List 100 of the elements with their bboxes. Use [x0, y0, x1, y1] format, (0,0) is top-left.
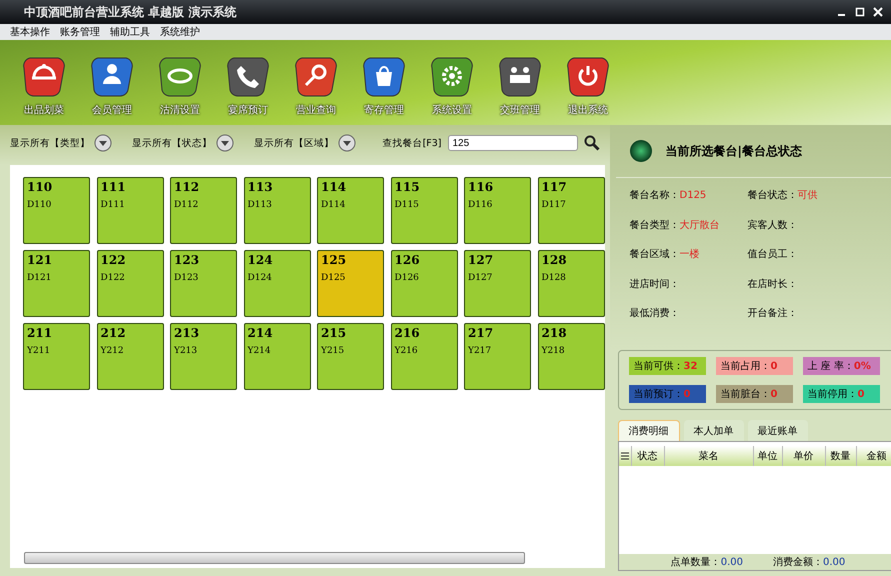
- table-tile[interactable]: 116 D116: [464, 177, 531, 244]
- table-code: D124: [248, 273, 272, 283]
- table-tile[interactable]: 217 Y217: [464, 323, 531, 390]
- filter-dropdown[interactable]: 显示所有【区域】: [254, 134, 356, 152]
- table-tile[interactable]: 110 D110: [23, 177, 90, 244]
- table-code: Y214: [248, 346, 271, 356]
- table-code: D127: [468, 273, 492, 283]
- list-icon: [620, 452, 628, 460]
- table-tile[interactable]: 214 Y214: [244, 323, 310, 390]
- table-code: Y216: [394, 346, 418, 356]
- info-field: 餐台类型：大厅散台: [630, 218, 748, 240]
- table-tile[interactable]: 124 D124: [244, 250, 310, 317]
- tab[interactable]: 消费明细: [618, 420, 680, 441]
- close-icon[interactable]: [873, 7, 883, 17]
- table-tile[interactable]: 216 Y216: [390, 323, 458, 390]
- table-code: D121: [27, 273, 52, 283]
- table-tile[interactable]: 128 D128: [538, 250, 604, 317]
- menu-item[interactable]: 辅助工具: [110, 25, 150, 39]
- table-number: 218: [542, 326, 567, 340]
- status-light-icon: [630, 140, 652, 162]
- table-number: 115: [394, 180, 420, 194]
- table-tile[interactable]: 117 D117: [538, 177, 604, 244]
- table-tile[interactable]: 127 D127: [464, 250, 531, 317]
- table-number: 126: [394, 253, 420, 267]
- table-number: 114: [321, 180, 346, 194]
- info-field: 宾客人数：: [748, 218, 891, 240]
- table-code: Y213: [174, 346, 198, 356]
- table-number: 116: [468, 180, 494, 194]
- table-tile[interactable]: 125 D125: [317, 250, 384, 317]
- info-field: 在店时长：: [748, 276, 891, 298]
- table-number: 128: [542, 253, 567, 267]
- scrollbar[interactable]: [24, 552, 524, 564]
- table-tile[interactable]: 113 D113: [244, 177, 310, 244]
- table-number: 124: [248, 253, 273, 267]
- table-code: D114: [321, 200, 346, 210]
- table-tile[interactable]: 213 Y213: [170, 323, 237, 390]
- stat-badge: 当前预订：0: [628, 385, 706, 403]
- tab[interactable]: 最近账单: [748, 420, 808, 441]
- table-code: D115: [394, 200, 419, 210]
- column-header[interactable]: 金额: [856, 446, 891, 466]
- column-header[interactable]: 菜名: [664, 446, 754, 466]
- table-tile[interactable]: 115 D115: [390, 177, 458, 244]
- table-tile[interactable]: 126 D126: [390, 250, 458, 317]
- stat-badge: 上 座 率：0%: [802, 357, 880, 375]
- table-code: Y217: [468, 346, 492, 356]
- table-tile[interactable]: 114 D114: [317, 177, 384, 244]
- column-header[interactable]: 单价: [782, 446, 826, 466]
- stat-badge: 当前停用：0: [802, 385, 880, 403]
- column-header[interactable]: 状态: [632, 446, 664, 466]
- table-number: 123: [174, 253, 200, 267]
- column-header[interactable]: 单位: [754, 446, 782, 466]
- table-number: 122: [100, 253, 126, 267]
- table-tile[interactable]: 123 D123: [170, 250, 237, 317]
- table-code: D116: [468, 200, 492, 210]
- menu-item[interactable]: 系统维护: [160, 25, 200, 39]
- column-header[interactable]: 数量: [826, 446, 856, 466]
- info-field: 进店时间：: [630, 276, 748, 298]
- info-field: 最低消费：: [630, 306, 748, 328]
- table-tile[interactable]: 215 Y215: [317, 323, 384, 390]
- table-number: 215: [321, 326, 346, 340]
- table-code: D117: [542, 200, 566, 210]
- filter-dropdown[interactable]: 显示所有【状态】: [132, 134, 234, 152]
- table-number: 213: [174, 326, 200, 340]
- info-field: 餐台区域：一楼: [630, 247, 748, 269]
- info-field: 餐台名称：D125: [630, 188, 748, 210]
- table-code: D112: [174, 200, 198, 210]
- search-field[interactable]: 125: [448, 135, 578, 151]
- table-tile[interactable]: 122 D122: [96, 250, 164, 317]
- table-tile[interactable]: 211 Y211: [23, 323, 90, 390]
- table-tile[interactable]: 111 D111: [96, 177, 164, 244]
- info-field: 值台员工：: [748, 247, 891, 269]
- table-number: 214: [248, 326, 273, 340]
- table-tile[interactable]: 212 Y212: [96, 323, 164, 390]
- table-code: D123: [174, 273, 198, 283]
- menu-item[interactable]: 基本操作: [10, 25, 50, 39]
- tab[interactable]: 本人加单: [684, 420, 744, 441]
- table-number: 212: [100, 326, 126, 340]
- table-tile[interactable]: 218 Y218: [538, 323, 604, 390]
- maximize-icon[interactable]: [855, 7, 865, 17]
- stat-badge: 当前脏台：0: [716, 385, 792, 403]
- table-number: 110: [27, 180, 52, 194]
- table-tile[interactable]: 112 D112: [170, 177, 237, 244]
- table-code: Y218: [542, 346, 565, 356]
- info-field: 开台备注：: [748, 306, 891, 328]
- table-number: 211: [27, 326, 52, 340]
- info-field: 餐台状态：可供: [748, 188, 891, 210]
- table-number: 217: [468, 326, 494, 340]
- window-title: 中顶酒吧前台营业系统 卓越版 演示系统: [24, 4, 238, 20]
- table-tile[interactable]: 121 D121: [23, 250, 90, 317]
- panel-title: 当前所选餐台|餐台总状态: [666, 142, 802, 160]
- table-code: Y215: [321, 346, 344, 356]
- table-code: D125: [321, 273, 346, 283]
- search-icon[interactable]: [584, 135, 600, 151]
- table-number: 117: [542, 180, 567, 194]
- table-code: D122: [100, 273, 125, 283]
- table-number: 121: [27, 253, 52, 267]
- stat-badge: 当前占用：0: [716, 357, 792, 375]
- table-code: D111: [100, 200, 125, 210]
- menu-item[interactable]: 账务管理: [60, 25, 100, 39]
- filter-dropdown[interactable]: 显示所有【类型】: [10, 134, 112, 152]
